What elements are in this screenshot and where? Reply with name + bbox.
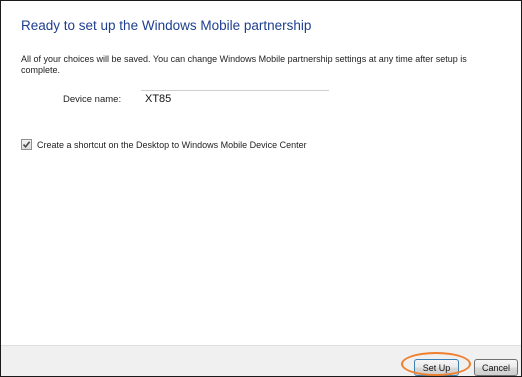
shortcut-checkbox-label: Create a shortcut on the Desktop to Wind…: [37, 139, 307, 150]
page-title: Ready to set up the Windows Mobile partn…: [21, 18, 312, 33]
shortcut-option[interactable]: Create a shortcut on the Desktop to Wind…: [21, 139, 307, 150]
shortcut-checkbox[interactable]: [21, 139, 32, 150]
cancel-button[interactable]: Cancel: [474, 359, 518, 376]
setup-description: All of your choices will be saved. You c…: [21, 54, 467, 75]
checkmark-icon: [22, 141, 31, 149]
device-name-label: Device name:: [63, 94, 122, 105]
button-bar: Set Up Cancel: [1, 345, 521, 376]
setup-wizard-window: Ready to set up the Windows Mobile partn…: [0, 0, 522, 377]
device-name-input[interactable]: [141, 90, 329, 107]
setup-button[interactable]: Set Up: [414, 359, 459, 376]
